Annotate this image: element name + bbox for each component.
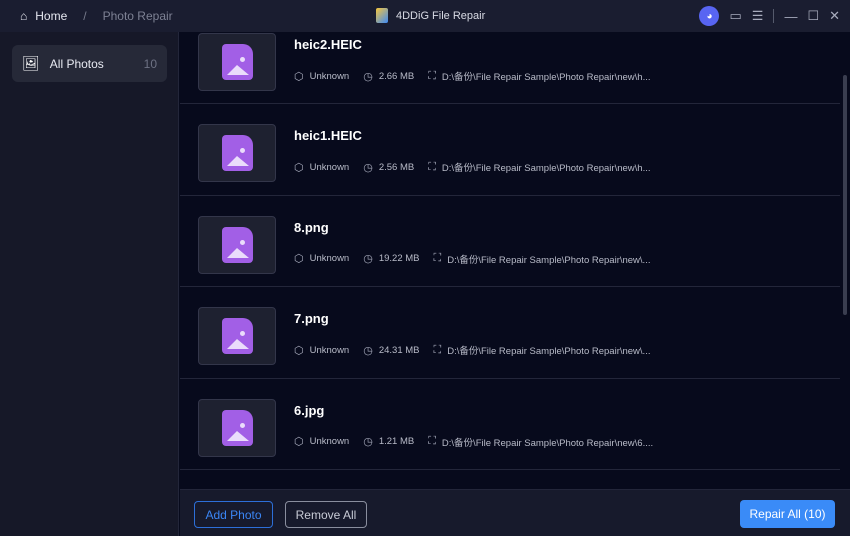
scrollbar[interactable]: [843, 75, 847, 315]
file-meta: ⬡ Unknown ◷ 2.56 MB ⛶ D:\备份\File Repair Sam…: [294, 160, 651, 175]
file-row[interactable]: 6.jpg ⬡ Unknown ◷ 1.21 MB ⛶ D:\备份\File Repa…: [180, 379, 840, 470]
clock-icon: ◷: [363, 344, 373, 357]
thumbnail: [198, 215, 276, 274]
sidebar-item-label: All Photos: [49, 56, 104, 71]
remove-all-button[interactable]: Remove All: [285, 501, 367, 528]
app-title-text: 4DDiG File Repair: [396, 9, 486, 22]
breadcrumb-current: Photo Repair: [102, 9, 173, 23]
close-icon[interactable]: ✕: [829, 8, 840, 24]
breadcrumb-separator: /: [83, 9, 87, 23]
image-file-icon: [221, 135, 253, 172]
file-type: Unknown: [309, 161, 350, 173]
sidebar: 🖼︎ All Photos 10: [0, 32, 179, 536]
file-name: 6.jpg: [294, 402, 325, 418]
thumbnail: [198, 33, 276, 91]
cube-icon: ⬡: [294, 344, 304, 357]
repair-all-button[interactable]: Repair All (10): [740, 500, 835, 528]
title-bar: ⌂ Home / Photo Repair 4DDiG File Repair …: [0, 0, 850, 32]
image-file-icon: [221, 44, 253, 80]
add-photo-button[interactable]: Add Photo: [194, 501, 273, 528]
file-list: heic2.HEIC ⬡ Unknown ◷ 2.66 MB ⛶ D:\备份\File…: [180, 32, 840, 489]
file-size: 24.31 MB: [378, 344, 420, 356]
folder-path-icon: ⛶: [433, 343, 442, 356]
file-name: heic2.HEIC: [294, 37, 362, 52]
file-size: 19.22 MB: [378, 253, 420, 265]
folder-path-icon: ⛶: [428, 69, 436, 82]
minimize-icon[interactable]: —: [784, 9, 797, 24]
file-size: 2.56 MB: [378, 161, 415, 173]
folder-path-icon: ⛶: [428, 160, 436, 173]
file-meta: ⬡ Unknown ◷ 24.31 MB ⛶ D:\备份\File Repair Sa…: [294, 343, 651, 358]
home-icon[interactable]: ⌂: [20, 9, 27, 23]
app-logo-icon: [376, 8, 388, 23]
file-name: heic1.HEIC: [294, 128, 362, 144]
feedback-icon[interactable]: ▭: [729, 8, 741, 24]
file-size: 2.66 MB: [378, 70, 415, 82]
file-size: 1.21 MB: [378, 436, 415, 448]
file-row[interactable]: 7.png ⬡ Unknown ◷ 24.31 MB ⛶ D:\备份\File Rep…: [180, 287, 840, 379]
divider: [773, 9, 775, 23]
sidebar-item-all-photos[interactable]: 🖼︎ All Photos 10: [12, 45, 167, 82]
clock-icon: ◷: [363, 253, 373, 266]
image-file-icon: [221, 409, 253, 446]
file-name: 7.png: [294, 311, 329, 327]
discord-icon[interactable]: ◕: [699, 6, 720, 26]
file-type: Unknown: [309, 436, 350, 448]
clock-icon: ◷: [363, 161, 373, 174]
thumbnail: [198, 307, 276, 366]
file-meta: ⬡ Unknown ◷ 19.22 MB ⛶ D:\备份\File Repair Sa…: [294, 252, 650, 266]
file-meta: ⬡ Unknown ◷ 2.66 MB ⛶ D:\备份\File Repair Sam…: [294, 69, 651, 84]
clock-icon: ◷: [363, 436, 373, 449]
folder-path-icon: ⛶: [428, 435, 436, 448]
file-type: Unknown: [309, 344, 350, 356]
menu-icon[interactable]: ☰: [752, 8, 764, 24]
file-path: D:\备份\File Repair Sample\Photo Repair\ne…: [441, 163, 651, 175]
image-file-icon: [221, 226, 253, 263]
file-path: D:\备份\File Repair Sample\Photo Repair\ne…: [441, 72, 651, 83]
file-type: Unknown: [309, 70, 350, 82]
file-path: D:\备份\File Repair Sample\Photo Repair\ne…: [447, 254, 651, 266]
clock-icon: ◷: [363, 70, 373, 83]
app-title: 4DDiG File Repair: [376, 8, 485, 23]
file-path: D:\备份\File Repair Sample\Photo Repair\ne…: [447, 346, 651, 358]
breadcrumb-home[interactable]: Home: [35, 9, 67, 23]
sidebar-item-count: 10: [143, 56, 157, 71]
file-name: 8.png: [294, 219, 329, 235]
cube-icon: ⬡: [294, 161, 304, 174]
thumbnail: [198, 398, 276, 457]
thumbnail: [198, 124, 276, 183]
image-icon: 🖼︎: [22, 55, 40, 71]
cube-icon: ⬡: [294, 436, 304, 449]
file-row[interactable]: 8.png ⬡ Unknown ◷ 19.22 MB ⛶ D:\备份\File Rep…: [180, 196, 840, 288]
file-row[interactable]: heic2.HEIC ⬡ Unknown ◷ 2.66 MB ⛶ D:\备份\File…: [180, 32, 840, 105]
breadcrumb: ⌂ Home / Photo Repair: [20, 9, 173, 23]
cube-icon: ⬡: [294, 253, 304, 266]
cube-icon: ⬡: [294, 70, 304, 83]
maximize-icon[interactable]: ☐: [807, 8, 819, 24]
file-row[interactable]: heic1.HEIC ⬡ Unknown ◷ 2.56 MB ⛶ D:\备份\File…: [180, 104, 840, 196]
file-meta: ⬡ Unknown ◷ 1.21 MB ⛶ D:\备份\File Repair Sam…: [294, 435, 653, 449]
image-file-icon: [221, 318, 253, 355]
file-type: Unknown: [309, 253, 350, 265]
file-path: D:\备份\File Repair Sample\Photo Repair\ne…: [441, 437, 654, 449]
footer: Add Photo Remove All Repair All (10): [180, 489, 850, 536]
folder-path-icon: ⛶: [433, 252, 442, 265]
